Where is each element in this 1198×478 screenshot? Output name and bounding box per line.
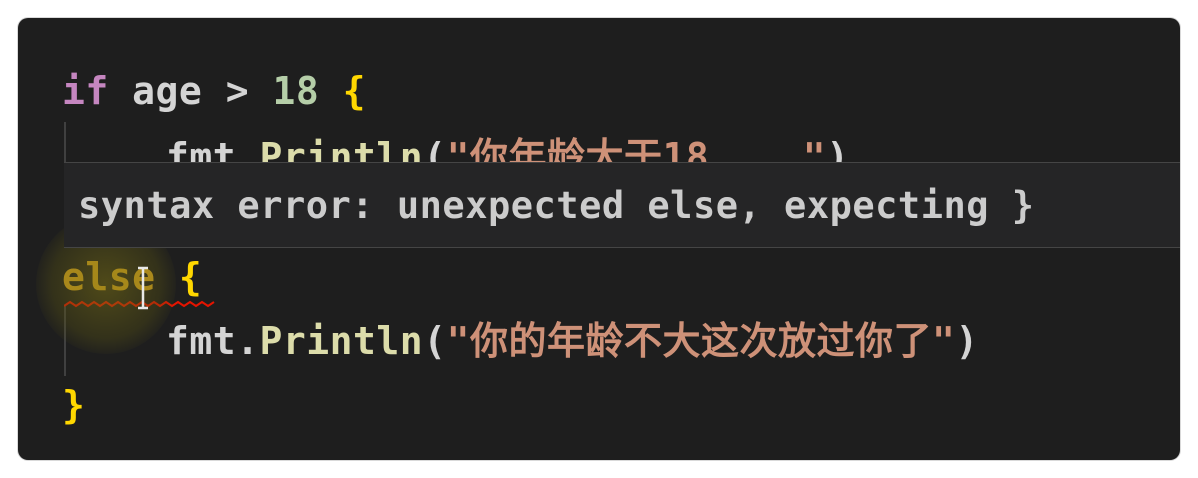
close-brace: } [62,383,86,427]
string-literal: "你的年龄不大这次放过你了" [446,319,956,363]
fmt-package: fmt [166,319,237,363]
editor-window: if age > 18 { fmt.Println("你年龄大于18....")… [18,18,1180,460]
error-tooltip: syntax error: unexpected else, expecting… [64,162,1180,248]
code-line-if[interactable]: if age > 18 { [62,66,366,116]
dot-operator: . [236,319,260,363]
age-identifier: age [132,69,203,113]
close-paren: ) [955,319,979,363]
if-keyword: if [62,69,109,113]
open-brace: { [342,69,367,113]
error-message: syntax error: unexpected else, expecting… [78,184,1035,227]
println-function: Println [259,319,424,363]
number-literal: 18 [272,69,320,113]
greater-than-operator: > [225,69,250,113]
code-line-close-brace[interactable]: } [62,380,85,430]
open-brace: { [178,255,203,299]
indent-guide [64,122,66,166]
open-paren: ( [423,319,447,363]
code-line-println-2[interactable]: fmt.Println("你的年龄不大这次放过你了") [166,316,979,366]
indent-guide [64,306,66,376]
code-line-else[interactable]: else { [62,252,202,302]
text-cursor-icon [138,266,148,310]
code-editor[interactable]: if age > 18 { fmt.Println("你年龄大于18....")… [18,18,1180,460]
